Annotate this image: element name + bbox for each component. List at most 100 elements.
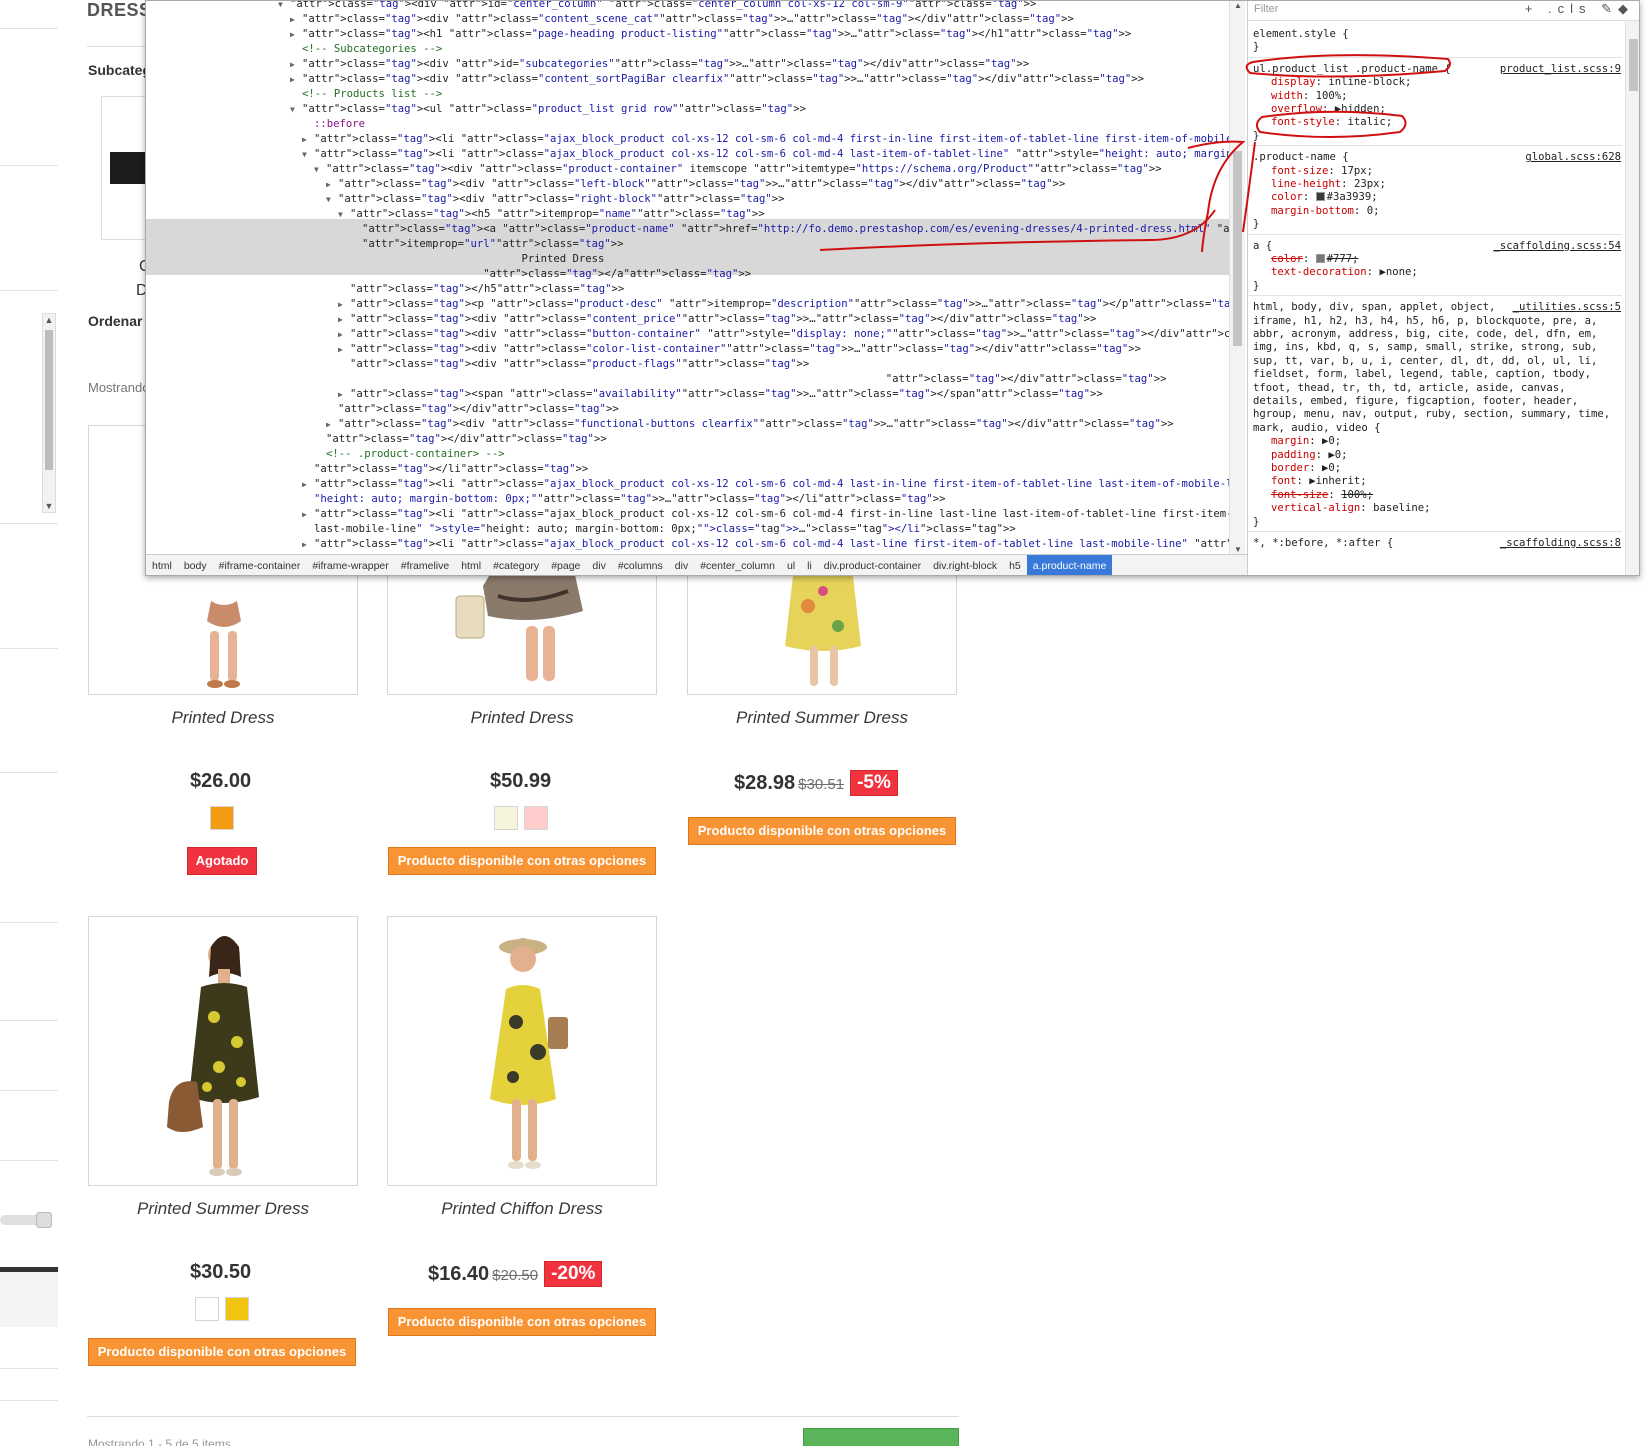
expand-toggle-icon[interactable]: ▶ xyxy=(290,58,302,72)
dom-node-line[interactable]: <!-- Products list --> xyxy=(290,87,442,101)
color-swatch[interactable] xyxy=(494,806,518,830)
color-swatch[interactable] xyxy=(225,1297,249,1321)
dom-node-line[interactable]: ::before xyxy=(302,117,365,131)
css-selector[interactable]: fieldset, form, label, legend, table, ca… xyxy=(1253,367,1591,381)
dom-node-line[interactable]: ▼ "attr">class="tag"><div "attr">id="cent… xyxy=(278,1,1036,11)
price-range-slider[interactable] xyxy=(0,1212,52,1228)
dom-node-line[interactable]: ▶ "attr">class="tag"><li "attr">class="aj… xyxy=(302,507,1229,521)
css-property[interactable]: margin xyxy=(1271,435,1309,447)
stylesheet-source-link[interactable]: global.scss:628 xyxy=(1525,150,1621,164)
dom-node-line[interactable]: ▼ "attr">class="tag"><div "attr">class="p… xyxy=(314,162,1162,176)
color-swatch-icon[interactable] xyxy=(1315,254,1325,263)
css-declaration[interactable]: color: #3a3939; xyxy=(1271,190,1378,204)
expand-toggle-icon[interactable]: ▶ xyxy=(290,28,302,42)
expand-toggle-icon[interactable]: ▼ xyxy=(326,193,338,207)
product-options-button[interactable]: Producto disponible con otras opciones xyxy=(88,1338,356,1366)
stylesheet-source-link[interactable]: product_list.scss:9 xyxy=(1500,62,1621,76)
css-selector[interactable]: *, *:before, *:after { xyxy=(1253,536,1393,550)
dom-node-line[interactable]: "attr">class="tag"></div"attr">class="ta… xyxy=(314,432,607,446)
expand-toggle-icon[interactable]: ▼ xyxy=(278,1,290,12)
stylesheet-source-link[interactable]: _scaffolding.scss:8 xyxy=(1500,536,1621,550)
breadcrumb-item[interactable]: ul xyxy=(781,555,801,575)
color-swatch[interactable] xyxy=(524,806,548,830)
css-property[interactable]: color xyxy=(1271,191,1303,203)
css-selector[interactable]: a { xyxy=(1253,239,1272,253)
css-property[interactable]: font-style xyxy=(1271,116,1335,128)
product-name[interactable]: Printed Chiffon Dress xyxy=(387,1199,657,1219)
breadcrumb-item[interactable]: a.product-name xyxy=(1026,555,1113,575)
breadcrumb-item[interactable]: #category xyxy=(487,555,545,575)
css-selector[interactable]: ul.product_list .product-name { xyxy=(1253,62,1451,76)
expand-toggle-icon[interactable]: ▶ xyxy=(338,298,350,312)
paint-icon[interactable]: ◆ xyxy=(1618,1,1634,16)
scroll-down-icon[interactable]: ▼ xyxy=(1230,545,1246,554)
dom-breadcrumb[interactable]: html body #iframe-container #iframe-wrapper… xyxy=(146,554,1247,575)
expand-toggle-icon[interactable]: ▼ xyxy=(290,103,302,117)
product-options-button[interactable]: Producto disponible con otras opciones xyxy=(388,1308,656,1336)
dom-node-line[interactable]: Printed Dress xyxy=(350,252,604,266)
product-image[interactable] xyxy=(88,916,358,1186)
expand-toggle-icon[interactable]: ▶ xyxy=(338,328,350,342)
css-value[interactable]: ▶0; xyxy=(1322,462,1341,474)
css-property[interactable]: padding xyxy=(1271,449,1316,461)
dom-node-line[interactable]: ▶ "attr">class="tag"><div "attr">class="l… xyxy=(326,177,1065,191)
dom-node-line[interactable]: "attr">itemprop="url""attr">class="tag">… xyxy=(350,237,624,251)
dom-node-line[interactable]: ▶ "attr">class="tag"><li "attr">class="aj… xyxy=(302,132,1229,146)
subcategory-thumbnail[interactable] xyxy=(110,152,150,184)
css-declaration[interactable]: font: ▶inherit; xyxy=(1271,474,1367,488)
breadcrumb-item[interactable]: body xyxy=(178,555,213,575)
dom-node-line[interactable]: ▶ "attr">class="tag"><div "attr">class="c… xyxy=(338,312,1096,326)
expand-toggle-icon[interactable]: ▶ xyxy=(326,418,338,432)
css-selector[interactable]: details, embed, figure, figcaption, foot… xyxy=(1253,394,1578,408)
expand-toggle-icon[interactable]: ▶ xyxy=(326,178,338,192)
breadcrumb-item[interactable]: #page xyxy=(545,555,586,575)
product-name[interactable]: Printed Dress xyxy=(88,708,358,728)
css-selector[interactable]: html, body, div, span, applet, object, xyxy=(1253,300,1495,314)
css-property[interactable]: font xyxy=(1271,475,1297,487)
dom-node-line[interactable]: ▶ "attr">class="tag"><div "attr">id="subc… xyxy=(290,57,1029,71)
css-property[interactable]: color xyxy=(1271,253,1303,265)
dom-node-line[interactable]: ▶ "attr">class="tag"><div "attr">class="f… xyxy=(326,417,1174,431)
css-property[interactable]: font-size xyxy=(1271,165,1328,177)
breadcrumb-item[interactable]: li xyxy=(801,555,818,575)
dom-node-line[interactable]: ▶ "attr">class="tag"><div "attr">class="b… xyxy=(338,327,1229,341)
css-value[interactable]: ▶inherit; xyxy=(1309,475,1366,487)
breadcrumb-item[interactable]: html xyxy=(455,555,487,575)
css-declaration[interactable]: color: #777; xyxy=(1271,252,1359,266)
expand-toggle-icon[interactable]: ▼ xyxy=(338,208,350,222)
product-name[interactable]: Printed Summer Dress xyxy=(88,1199,358,1219)
dom-node-line[interactable]: <!-- .product-container> --> xyxy=(314,447,505,461)
css-selector[interactable]: img, ins, kbd, q, s, samp, small, strike… xyxy=(1253,340,1597,354)
breadcrumb-item[interactable]: div xyxy=(586,555,611,575)
dom-node-line[interactable]: "attr">class="tag"></div"attr">class="ta… xyxy=(326,402,619,416)
dom-node-line[interactable]: "attr">class="tag"></h5"attr">class="tag… xyxy=(338,282,624,296)
expand-toggle-icon[interactable]: ▶ xyxy=(338,388,350,402)
dom-node-line[interactable]: "attr">class="tag"></div"attr">class="ta… xyxy=(338,372,1167,386)
css-declaration[interactable]: vertical-align: baseline; xyxy=(1271,501,1430,515)
compare-button[interactable] xyxy=(803,1428,959,1446)
pin-icon[interactable]: ✎ xyxy=(1601,1,1618,16)
dom-node-line[interactable]: ▶ "attr">class="tag"><h1 "attr">class="pa… xyxy=(290,27,1131,41)
scroll-up-icon[interactable]: ▲ xyxy=(43,314,55,326)
css-value[interactable]: baseline; xyxy=(1373,502,1430,514)
product-name[interactable]: Printed Dress xyxy=(387,708,657,728)
css-value[interactable]: 100%; xyxy=(1316,90,1348,102)
dom-node-line[interactable]: "height: auto; margin-bottom: 0px;""attr… xyxy=(302,492,946,506)
css-selector[interactable]: tfoot, thead, tr, th, td, article, aside… xyxy=(1253,381,1566,395)
css-declaration[interactable]: width: 100%; xyxy=(1271,89,1348,103)
slider-handle[interactable] xyxy=(36,1212,52,1228)
product-name[interactable]: Printed Summer Dress xyxy=(687,708,957,728)
expand-toggle-icon[interactable]: ▶ xyxy=(338,313,350,327)
add-rule-and-cls-toggle[interactable]: + .cls xyxy=(1525,1,1592,16)
css-value[interactable]: ▶hidden; xyxy=(1335,103,1386,115)
expand-toggle-icon[interactable]: ▶ xyxy=(338,343,350,357)
css-selector[interactable]: mark, audio, video { xyxy=(1253,421,1381,435)
css-value[interactable]: 23px; xyxy=(1354,178,1386,190)
expand-toggle-icon[interactable]: ▶ xyxy=(290,73,302,87)
dom-node-line[interactable]: ▶ "attr">class="tag"><div "attr">class="c… xyxy=(338,342,1141,356)
dom-node-line[interactable]: "attr">class="tag"><a "attr">class="prod… xyxy=(350,222,1229,236)
breadcrumb-item[interactable]: h5 xyxy=(1003,555,1027,575)
product-image[interactable] xyxy=(387,916,657,1186)
css-declaration[interactable]: font-size: 17px; xyxy=(1271,164,1373,178)
dom-node-line[interactable]: ▼ "attr">class="tag"><ul "attr">class="pr… xyxy=(290,102,806,116)
